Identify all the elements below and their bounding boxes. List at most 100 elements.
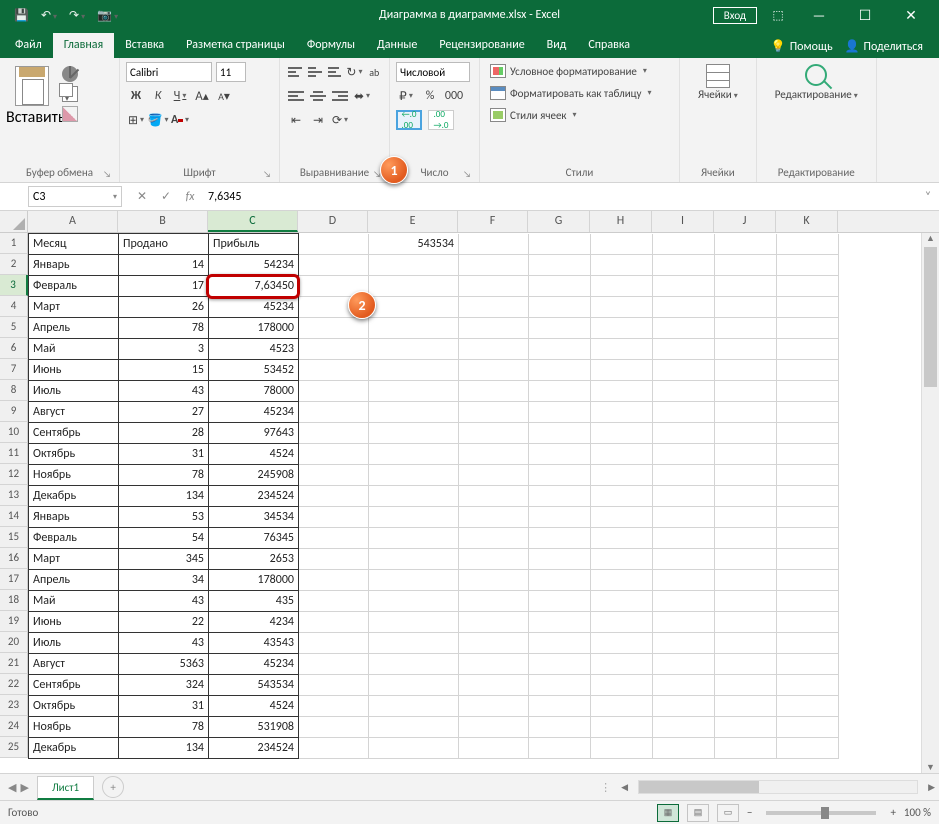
- cell-F22[interactable]: [459, 675, 529, 696]
- cell-G19[interactable]: [529, 612, 591, 633]
- cell-J17[interactable]: [715, 570, 777, 591]
- cell-B1[interactable]: Продано: [119, 234, 209, 255]
- select-all-button[interactable]: [0, 211, 28, 233]
- cell-D16[interactable]: [299, 549, 369, 570]
- cell-K14[interactable]: [777, 507, 839, 528]
- cell-E1[interactable]: 543534: [369, 234, 459, 255]
- cell-J20[interactable]: [715, 633, 777, 654]
- decrease-indent-icon[interactable]: ⇤: [286, 110, 306, 130]
- fill-color-icon[interactable]: 🪣: [148, 110, 168, 130]
- row-headers[interactable]: 1234567891011121314151617181920212223242…: [0, 233, 28, 758]
- cell-H20[interactable]: [591, 633, 653, 654]
- row-header-18[interactable]: 18: [0, 590, 28, 611]
- cell-H12[interactable]: [591, 465, 653, 486]
- align-top-icon[interactable]: [286, 63, 304, 81]
- cell-G14[interactable]: [529, 507, 591, 528]
- cell-J7[interactable]: [715, 360, 777, 381]
- row-header-6[interactable]: 6: [0, 338, 28, 359]
- cell-E13[interactable]: [369, 486, 459, 507]
- cell-F9[interactable]: [459, 402, 529, 423]
- cell-A6[interactable]: Май: [29, 339, 119, 360]
- cell-G20[interactable]: [529, 633, 591, 654]
- accounting-format-icon[interactable]: ₽: [396, 86, 416, 106]
- cell-K3[interactable]: [777, 276, 839, 297]
- cell-G6[interactable]: [529, 339, 591, 360]
- cell-B4[interactable]: 26: [119, 297, 209, 318]
- cell-J23[interactable]: [715, 696, 777, 717]
- cell-E6[interactable]: [369, 339, 459, 360]
- cell-C21[interactable]: 45234: [209, 654, 299, 675]
- cell-E5[interactable]: [369, 318, 459, 339]
- cell-H3[interactable]: [591, 276, 653, 297]
- row-header-13[interactable]: 13: [0, 485, 28, 506]
- cell-J6[interactable]: [715, 339, 777, 360]
- cell-D7[interactable]: [299, 360, 369, 381]
- view-page-layout-icon[interactable]: ▤: [687, 804, 709, 822]
- cell-F20[interactable]: [459, 633, 529, 654]
- cell-C12[interactable]: 245908: [209, 465, 299, 486]
- cell-K4[interactable]: [777, 297, 839, 318]
- cell-B24[interactable]: 78: [119, 717, 209, 738]
- align-right-icon[interactable]: [330, 87, 350, 105]
- row-header-17[interactable]: 17: [0, 569, 28, 590]
- row-header-10[interactable]: 10: [0, 422, 28, 443]
- cell-C8[interactable]: 78000: [209, 381, 299, 402]
- cell-C19[interactable]: 4234: [209, 612, 299, 633]
- cell-J1[interactable]: [715, 234, 777, 255]
- cell-J16[interactable]: [715, 549, 777, 570]
- increase-decimal-button[interactable]: ←.0.00: [396, 110, 422, 130]
- cell-G21[interactable]: [529, 654, 591, 675]
- cell-I13[interactable]: [653, 486, 715, 507]
- tab-data[interactable]: Данные: [366, 33, 428, 58]
- cell-A2[interactable]: Январь: [29, 255, 119, 276]
- cell-H6[interactable]: [591, 339, 653, 360]
- tab-view[interactable]: Вид: [536, 33, 578, 58]
- cells-button[interactable]: Ячейки: [692, 62, 744, 103]
- cell-I4[interactable]: [653, 297, 715, 318]
- row-header-22[interactable]: 22: [0, 674, 28, 695]
- cell-J5[interactable]: [715, 318, 777, 339]
- sheet-nav-prev-icon[interactable]: ◀: [8, 781, 16, 794]
- cell-D8[interactable]: [299, 381, 369, 402]
- paste-button[interactable]: Вставить: [6, 62, 58, 127]
- cell-F19[interactable]: [459, 612, 529, 633]
- cell-D23[interactable]: [299, 696, 369, 717]
- decrease-decimal-button[interactable]: .00→.0: [428, 110, 454, 130]
- cell-F21[interactable]: [459, 654, 529, 675]
- cell-G18[interactable]: [529, 591, 591, 612]
- cell-K16[interactable]: [777, 549, 839, 570]
- cell-F17[interactable]: [459, 570, 529, 591]
- cell-K12[interactable]: [777, 465, 839, 486]
- cell-G5[interactable]: [529, 318, 591, 339]
- cell-D11[interactable]: [299, 444, 369, 465]
- cell-G24[interactable]: [529, 717, 591, 738]
- cell-A17[interactable]: Апрель: [29, 570, 119, 591]
- cell-G1[interactable]: [529, 234, 591, 255]
- cell-D25[interactable]: [299, 738, 369, 759]
- tab-page-layout[interactable]: Разметка страницы: [175, 33, 296, 58]
- format-painter-icon[interactable]: [62, 106, 78, 122]
- cell-G3[interactable]: [529, 276, 591, 297]
- cell-C7[interactable]: 53452: [209, 360, 299, 381]
- cell-H10[interactable]: [591, 423, 653, 444]
- column-header-G[interactable]: G: [528, 211, 590, 232]
- increase-font-icon[interactable]: A▴: [192, 86, 212, 106]
- cell-C20[interactable]: 43543: [209, 633, 299, 654]
- row-header-23[interactable]: 23: [0, 695, 28, 716]
- redo-icon[interactable]: ↷: [69, 8, 85, 23]
- tab-home[interactable]: Главная: [53, 33, 114, 58]
- horizontal-scrollbar-thumb[interactable]: [639, 781, 759, 793]
- tab-help[interactable]: Справка: [577, 33, 641, 58]
- column-header-I[interactable]: I: [652, 211, 714, 232]
- scroll-left-icon[interactable]: ◀: [617, 782, 632, 793]
- cell-J19[interactable]: [715, 612, 777, 633]
- decrease-font-icon[interactable]: A▾: [214, 86, 234, 106]
- camera-icon[interactable]: 📷: [97, 8, 118, 23]
- column-header-K[interactable]: K: [776, 211, 838, 232]
- cell-G10[interactable]: [529, 423, 591, 444]
- cell-E24[interactable]: [369, 717, 459, 738]
- cell-G12[interactable]: [529, 465, 591, 486]
- cell-I20[interactable]: [653, 633, 715, 654]
- view-normal-icon[interactable]: ▦: [657, 804, 679, 822]
- cell-J21[interactable]: [715, 654, 777, 675]
